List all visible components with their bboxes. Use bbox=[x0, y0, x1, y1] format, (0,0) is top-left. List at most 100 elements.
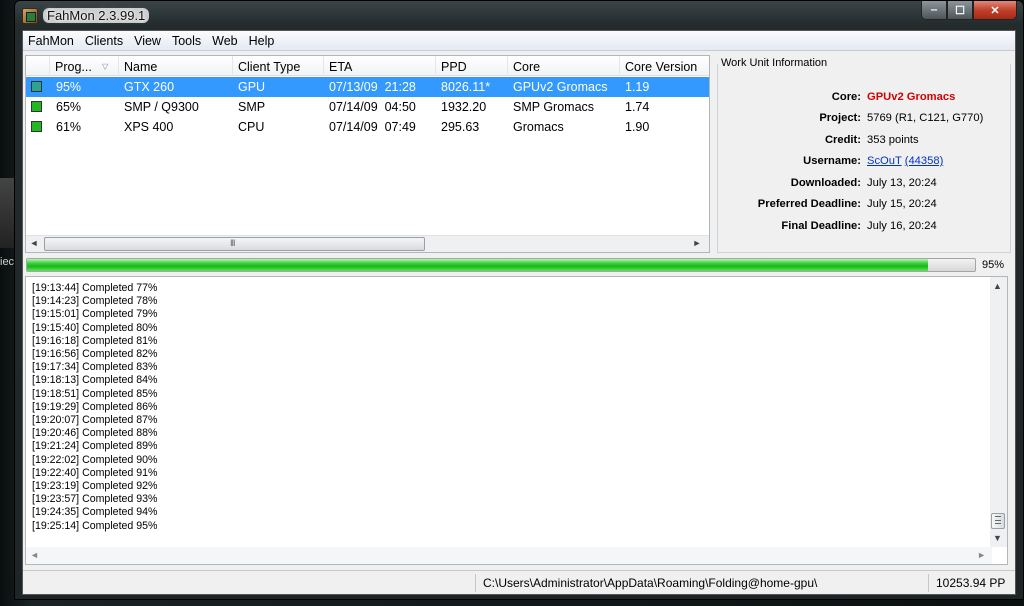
scroll-up-icon[interactable]: ▲ bbox=[993, 281, 1002, 291]
column-header-core[interactable]: Core bbox=[508, 56, 620, 76]
wu-project-value: 5769 (R1, C121, G770) bbox=[867, 112, 984, 124]
cell-eta: 07/13/09 21:28 bbox=[329, 80, 416, 94]
log-line: [19:24:35] Completed 94% bbox=[32, 506, 158, 519]
cell-core: GPUv2 Gromacs bbox=[513, 80, 608, 94]
close-button[interactable]: ✕ bbox=[973, 1, 1017, 20]
minimize-button[interactable]: ‒ bbox=[921, 1, 947, 20]
log-line: [19:23:57] Completed 93% bbox=[32, 493, 158, 506]
work-unit-title: Work Unit Information bbox=[721, 57, 828, 69]
column-header-progress[interactable]: Prog... bbox=[50, 56, 119, 76]
wu-project-label: Project: bbox=[819, 112, 861, 124]
menu-fahmon[interactable]: FahMon bbox=[23, 31, 80, 50]
log-line: [19:23:19] Completed 92% bbox=[32, 480, 158, 493]
cell-core-version: 1.90 bbox=[625, 120, 650, 134]
cell-core-version: 1.19 bbox=[625, 80, 650, 94]
column-header-core-version[interactable]: Core Version bbox=[620, 56, 710, 76]
list-header: Prog... ▽ Name Client Type ETA PPD Core … bbox=[26, 56, 709, 76]
wu-final-deadline-row: Final Deadline: July 16, 20:24 bbox=[717, 220, 1011, 236]
status-indicator-icon bbox=[31, 101, 42, 112]
column-header-status[interactable] bbox=[26, 56, 50, 76]
cell-core: Gromacs bbox=[513, 120, 564, 134]
wu-core-label: Core: bbox=[831, 91, 861, 103]
status-path: C:\Users\Administrator\AppData\Roaming\F… bbox=[475, 574, 928, 592]
wu-downloaded-label: Downloaded: bbox=[790, 177, 861, 189]
wu-downloaded-value: July 13, 20:24 bbox=[867, 177, 937, 189]
scroll-right-icon[interactable]: ► bbox=[977, 550, 986, 560]
maximize-button[interactable]: ☐ bbox=[947, 1, 973, 20]
app-icon[interactable] bbox=[22, 8, 38, 24]
user-id-link[interactable]: (44358) bbox=[905, 155, 944, 167]
menu-help[interactable]: Help bbox=[244, 31, 281, 50]
sort-descending-icon: ▽ bbox=[102, 62, 109, 71]
wu-credit-value: 353 points bbox=[867, 134, 919, 146]
status-bar: C:\Users\Administrator\AppData\Roaming\F… bbox=[23, 570, 1015, 594]
scroll-left-icon[interactable]: ◄ bbox=[26, 238, 42, 251]
progress-bar-fill bbox=[27, 259, 928, 271]
cell-client-type: SMP bbox=[238, 100, 266, 114]
clients-list[interactable]: Prog... ▽ Name Client Type ETA PPD Core … bbox=[25, 55, 710, 253]
log-line: [19:17:34] Completed 83% bbox=[32, 361, 158, 374]
log-line: [19:20:46] Completed 88% bbox=[32, 427, 158, 440]
cell-core-version: 1.74 bbox=[625, 100, 650, 114]
scroll-right-icon[interactable]: ► bbox=[689, 238, 705, 251]
username-link[interactable]: ScOuT bbox=[867, 155, 902, 167]
menu-web[interactable]: Web bbox=[207, 31, 243, 50]
window-title: FahMon 2.3.99.1 bbox=[43, 8, 150, 23]
menu-clients[interactable]: Clients bbox=[80, 31, 129, 50]
log-line: [19:21:24] Completed 89% bbox=[32, 440, 158, 453]
client-row[interactable]: 61% XPS 400 CPU 07/14/09 07:49 295.63 Gr… bbox=[26, 117, 709, 137]
window-client-area: FahMon Clients View Tools Web Help Prog.… bbox=[22, 30, 1016, 595]
wu-preferred-deadline-label: Preferred Deadline: bbox=[757, 198, 861, 210]
scrollbar-thumb[interactable]: III bbox=[44, 237, 425, 251]
cell-core: SMP Gromacs bbox=[513, 100, 595, 114]
cell-progress: 65% bbox=[56, 100, 82, 114]
client-row[interactable]: 65% SMP / Q9300 SMP 07/14/09 04:50 1932.… bbox=[26, 97, 709, 117]
log-line: [19:15:40] Completed 80% bbox=[32, 321, 158, 334]
scroll-left-icon[interactable]: ◄ bbox=[30, 550, 39, 560]
log-line: [19:20:07] Completed 87% bbox=[32, 414, 158, 427]
log-line: [19:14:23] Completed 78% bbox=[32, 295, 158, 308]
log-scrollbar-thumb[interactable] bbox=[991, 513, 1005, 529]
cell-client-type: CPU bbox=[238, 120, 265, 134]
cell-progress: 95% bbox=[56, 80, 82, 94]
column-header-client-type[interactable]: Client Type bbox=[233, 56, 324, 76]
column-header-name[interactable]: Name bbox=[119, 56, 233, 76]
column-header-ppd[interactable]: PPD bbox=[436, 56, 508, 76]
log-vertical-scrollbar[interactable]: ▲ ▼ bbox=[990, 277, 1007, 547]
wu-downloaded-row: Downloaded: July 13, 20:24 bbox=[717, 177, 1011, 193]
menu-bar: FahMon Clients View Tools Web Help bbox=[23, 31, 1015, 51]
wu-final-deadline-label: Final Deadline: bbox=[781, 220, 861, 232]
log-line: [19:22:02] Completed 90% bbox=[32, 453, 158, 466]
wu-username-row: Username: ScOuT (44358) bbox=[717, 155, 1011, 171]
menu-view[interactable]: View bbox=[129, 31, 167, 50]
wu-credit-row: Credit: 353 points bbox=[717, 134, 1011, 150]
progress-percent-label: 95% bbox=[982, 259, 1005, 271]
wu-username-value: ScOuT (44358) bbox=[867, 155, 943, 167]
title-bar[interactable]: FahMon 2.3.99.1 ‒ ☐ ✕ bbox=[15, 1, 1023, 31]
work-unit-panel: Work Unit Information Core: GPUv2 Gromac… bbox=[717, 53, 1011, 253]
list-horizontal-scrollbar[interactable]: ◄ III ► bbox=[26, 235, 709, 252]
log-line: [19:19:29] Completed 86% bbox=[32, 400, 158, 413]
menu-tools[interactable]: Tools bbox=[167, 31, 207, 50]
scroll-down-icon[interactable]: ▼ bbox=[993, 533, 1002, 543]
log-line: [19:15:01] Completed 79% bbox=[32, 308, 158, 321]
cell-eta: 07/14/09 07:49 bbox=[329, 120, 416, 134]
log-horizontal-scrollbar[interactable]: ◄ ► bbox=[26, 547, 992, 564]
cell-name: SMP / Q9300 bbox=[124, 100, 199, 114]
log-line: [19:18:51] Completed 85% bbox=[32, 387, 158, 400]
progress-bar bbox=[26, 258, 976, 272]
client-row[interactable]: 95% GTX 260 GPU 07/13/09 21:28 8026.11* … bbox=[26, 77, 709, 97]
cell-eta: 07/14/09 04:50 bbox=[329, 100, 416, 114]
wu-credit-label: Credit: bbox=[824, 134, 861, 146]
cell-ppd: 1932.20 bbox=[441, 100, 487, 114]
column-header-eta[interactable]: ETA bbox=[324, 56, 436, 76]
window-controls: ‒ ☐ ✕ bbox=[921, 1, 1017, 21]
log-view[interactable]: [19:13:44] Completed 77% [19:14:23] Compl… bbox=[25, 276, 1008, 565]
wu-core-value: GPUv2 Gromacs bbox=[867, 91, 956, 103]
log-line: [19:25:14] Completed 95% bbox=[32, 519, 158, 532]
log-lines: [19:13:44] Completed 77% [19:14:23] Compl… bbox=[32, 282, 157, 533]
log-line: [19:18:13] Completed 84% bbox=[32, 374, 158, 387]
fahmon-window: FahMon 2.3.99.1 ‒ ☐ ✕ FahMon Clients Vie… bbox=[14, 0, 1024, 600]
cell-ppd: 8026.11* bbox=[441, 80, 491, 94]
log-line: [19:16:56] Completed 82% bbox=[32, 348, 158, 361]
